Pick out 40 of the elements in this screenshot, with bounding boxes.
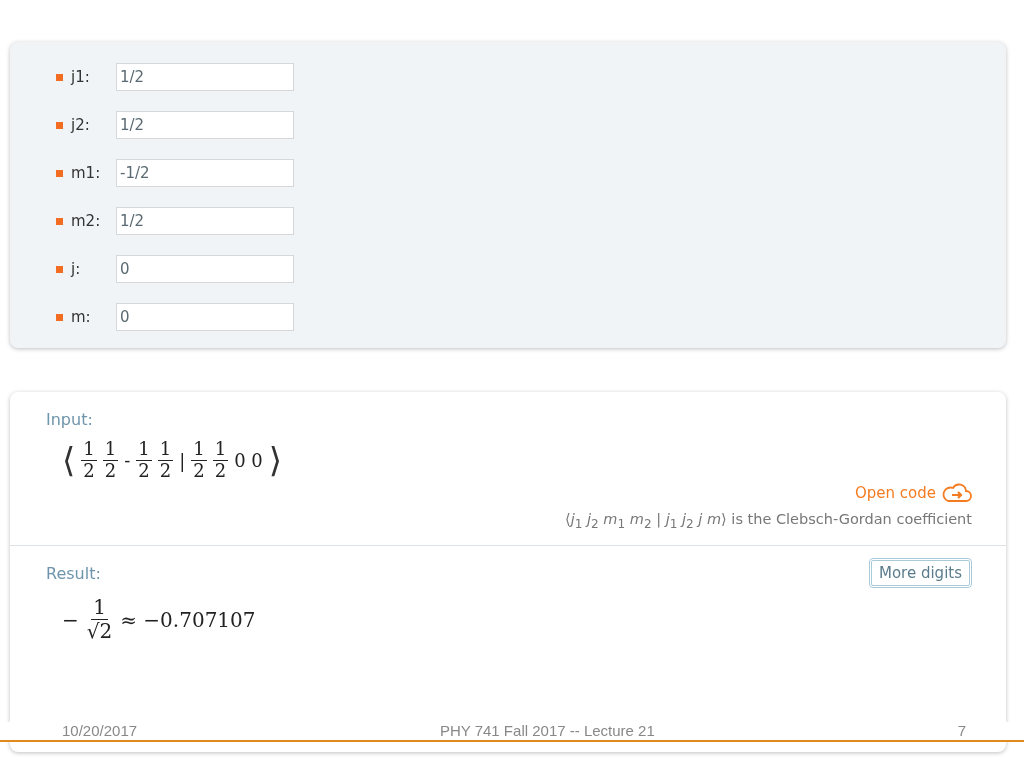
- math-symbol: 0 0: [234, 449, 263, 471]
- parameter-label: j2:: [71, 116, 91, 134]
- parameter-label: m2:: [71, 212, 102, 230]
- parameter-label: j1:: [71, 68, 91, 86]
- input-field[interactable]: 1/2: [116, 207, 294, 235]
- pod-title: Result:: [46, 563, 101, 583]
- math-symbol: -: [124, 449, 131, 471]
- input-field[interactable]: 1/2: [116, 63, 294, 91]
- input-field[interactable]: 1/2: [116, 111, 294, 139]
- fraction: 1 2: [136, 439, 152, 482]
- bullet-icon: [56, 73, 63, 81]
- footer-date: 10/20/2017: [62, 722, 138, 740]
- math-symbol: ≈ −0.707107: [120, 607, 256, 632]
- parameter-label: m:: [71, 308, 92, 326]
- bullet-icon: [56, 217, 63, 225]
- page-number: 7: [957, 722, 966, 740]
- fraction: 1 2: [81, 439, 97, 482]
- caption-text: ⟨j$_{1}$ j$_{2}$ m$_{1}$ m$_{2}$ | j$_{1}$ j$_{2}$ j m⟩ is the Clebsch-Gordan coefficient: [564, 511, 972, 532]
- angle-bracket: ⟩: [268, 440, 283, 481]
- input-field[interactable]: 0: [116, 303, 294, 331]
- more-digits-button[interactable]: More digits: [868, 558, 972, 589]
- input-field[interactable]: -1/2: [116, 159, 294, 187]
- fraction: 1 2: [157, 439, 174, 482]
- math-symbol: −: [62, 607, 79, 632]
- fraction: 1 √2: [85, 596, 114, 644]
- pod-title: Input:: [46, 410, 94, 429]
- bullet-icon: [56, 169, 63, 177]
- parameter-label: m1:: [71, 164, 102, 182]
- fraction: 1 2: [212, 439, 229, 482]
- angle-bracket: ⟨: [62, 440, 76, 481]
- fraction: 1 2: [191, 439, 207, 482]
- footer-title: PHY 741 Fall 2017 -- Lecture 21: [439, 722, 655, 740]
- input-field[interactable]: 0: [116, 255, 294, 283]
- bullet-icon: [56, 265, 63, 273]
- fraction: 1 2: [102, 439, 119, 482]
- bullet-icon: [56, 121, 63, 129]
- cloud-arrow-icon[interactable]: [942, 483, 972, 504]
- math-symbol: |: [179, 449, 186, 471]
- bullet-icon: [56, 313, 63, 321]
- parameter-label: j:: [71, 260, 82, 278]
